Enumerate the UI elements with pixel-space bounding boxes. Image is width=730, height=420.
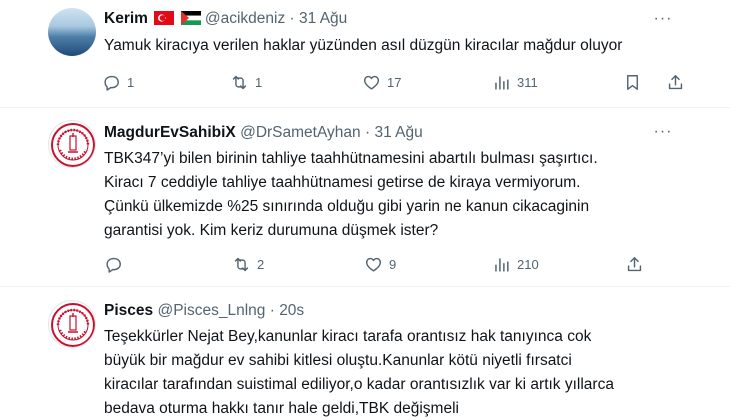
reply-bubble-icon xyxy=(106,257,121,273)
seal-logo-icon xyxy=(51,123,95,167)
action-bar: 2 9 210 xyxy=(100,254,660,274)
analytics-bars-icon xyxy=(495,257,509,272)
timestamp[interactable]: 20s xyxy=(279,302,304,319)
retweet-button[interactable]: 1 xyxy=(230,72,262,92)
tweet-2[interactable]: MagdurEvSahibiX @DrSametAyhan · 31 Ağu ·… xyxy=(0,108,730,288)
tweet-text: Yamuk kiracıya verilen haklar yüzünden a… xyxy=(104,37,623,54)
avatar[interactable] xyxy=(48,300,96,348)
tweet-3[interactable]: Pisces @Pisces_Lnlng · 20s Teşekkürler N… xyxy=(0,287,730,420)
share-button[interactable] xyxy=(666,72,685,92)
separator-dot: · xyxy=(269,302,275,319)
handle[interactable]: @acikdeniz xyxy=(205,10,285,27)
like-button[interactable]: 9 xyxy=(364,254,396,274)
reply-bubble-icon xyxy=(104,75,119,91)
retweet-count: 2 xyxy=(257,256,265,272)
more-dots-icon[interactable]: ··· xyxy=(652,9,674,29)
tweet-text: Teşekkürler Nejat Bey,kanunlar kiracı ta… xyxy=(104,328,614,417)
reply-count: 1 xyxy=(127,74,135,90)
tweet-1[interactable]: Kerim @acikdeniz · 31 Ağu ··· Yamuk kira… xyxy=(0,0,730,105)
timestamp[interactable]: 31 Ağu xyxy=(374,124,422,141)
reply-button[interactable] xyxy=(104,254,129,274)
bookmark-button[interactable] xyxy=(623,72,642,92)
separator-dot: · xyxy=(289,10,295,27)
retweet-arrows-icon xyxy=(232,75,247,89)
separator-dot: · xyxy=(364,124,371,141)
seal-logo-icon xyxy=(51,303,95,347)
display-name[interactable]: MagdurEvSahibiX xyxy=(104,124,236,141)
retweet-arrows-icon xyxy=(234,257,249,271)
heart-icon xyxy=(365,257,382,272)
heart-icon xyxy=(363,75,380,90)
timestamp[interactable]: 31 Ağu xyxy=(299,10,347,27)
display-name[interactable]: Kerim xyxy=(104,10,148,27)
share-button[interactable] xyxy=(625,254,644,274)
tweet-text: TBK347’yi bilen birinin tahliye taahhütn… xyxy=(104,150,598,239)
palestine-flag-icon xyxy=(180,11,201,25)
handle[interactable]: @DrSametAyhan xyxy=(240,124,361,141)
views-count: 210 xyxy=(517,256,539,272)
views-count: 311 xyxy=(517,74,538,90)
bookmark-icon xyxy=(627,74,638,90)
views-button[interactable]: 311 xyxy=(492,72,538,92)
reply-button[interactable]: 1 xyxy=(102,72,134,92)
like-count: 17 xyxy=(387,74,402,90)
analytics-bars-icon xyxy=(495,75,509,90)
tweet-header: Pisces @Pisces_Lnlng · 20s xyxy=(104,301,304,321)
like-button[interactable]: 17 xyxy=(362,72,401,92)
retweet-count: 1 xyxy=(255,74,263,90)
more-dots-icon[interactable]: ··· xyxy=(652,122,674,142)
share-upload-icon xyxy=(668,74,683,89)
like-count: 9 xyxy=(389,256,397,272)
share-upload-icon xyxy=(627,256,642,271)
display-name[interactable]: Pisces xyxy=(104,302,153,319)
views-button[interactable]: 210 xyxy=(492,254,539,274)
tweet-header: Kerim @acikdeniz · 31 Ağu xyxy=(104,9,347,29)
handle[interactable]: @Pisces_Lnlng xyxy=(157,302,265,319)
avatar[interactable] xyxy=(48,120,96,168)
turkey-flag-icon xyxy=(154,11,175,25)
action-bar: 1 1 17 311 xyxy=(100,72,683,92)
avatar[interactable] xyxy=(48,8,96,56)
tweet-header: MagdurEvSahibiX @DrSametAyhan · 31 Ağu xyxy=(104,123,423,143)
retweet-button[interactable]: 2 xyxy=(232,254,264,274)
